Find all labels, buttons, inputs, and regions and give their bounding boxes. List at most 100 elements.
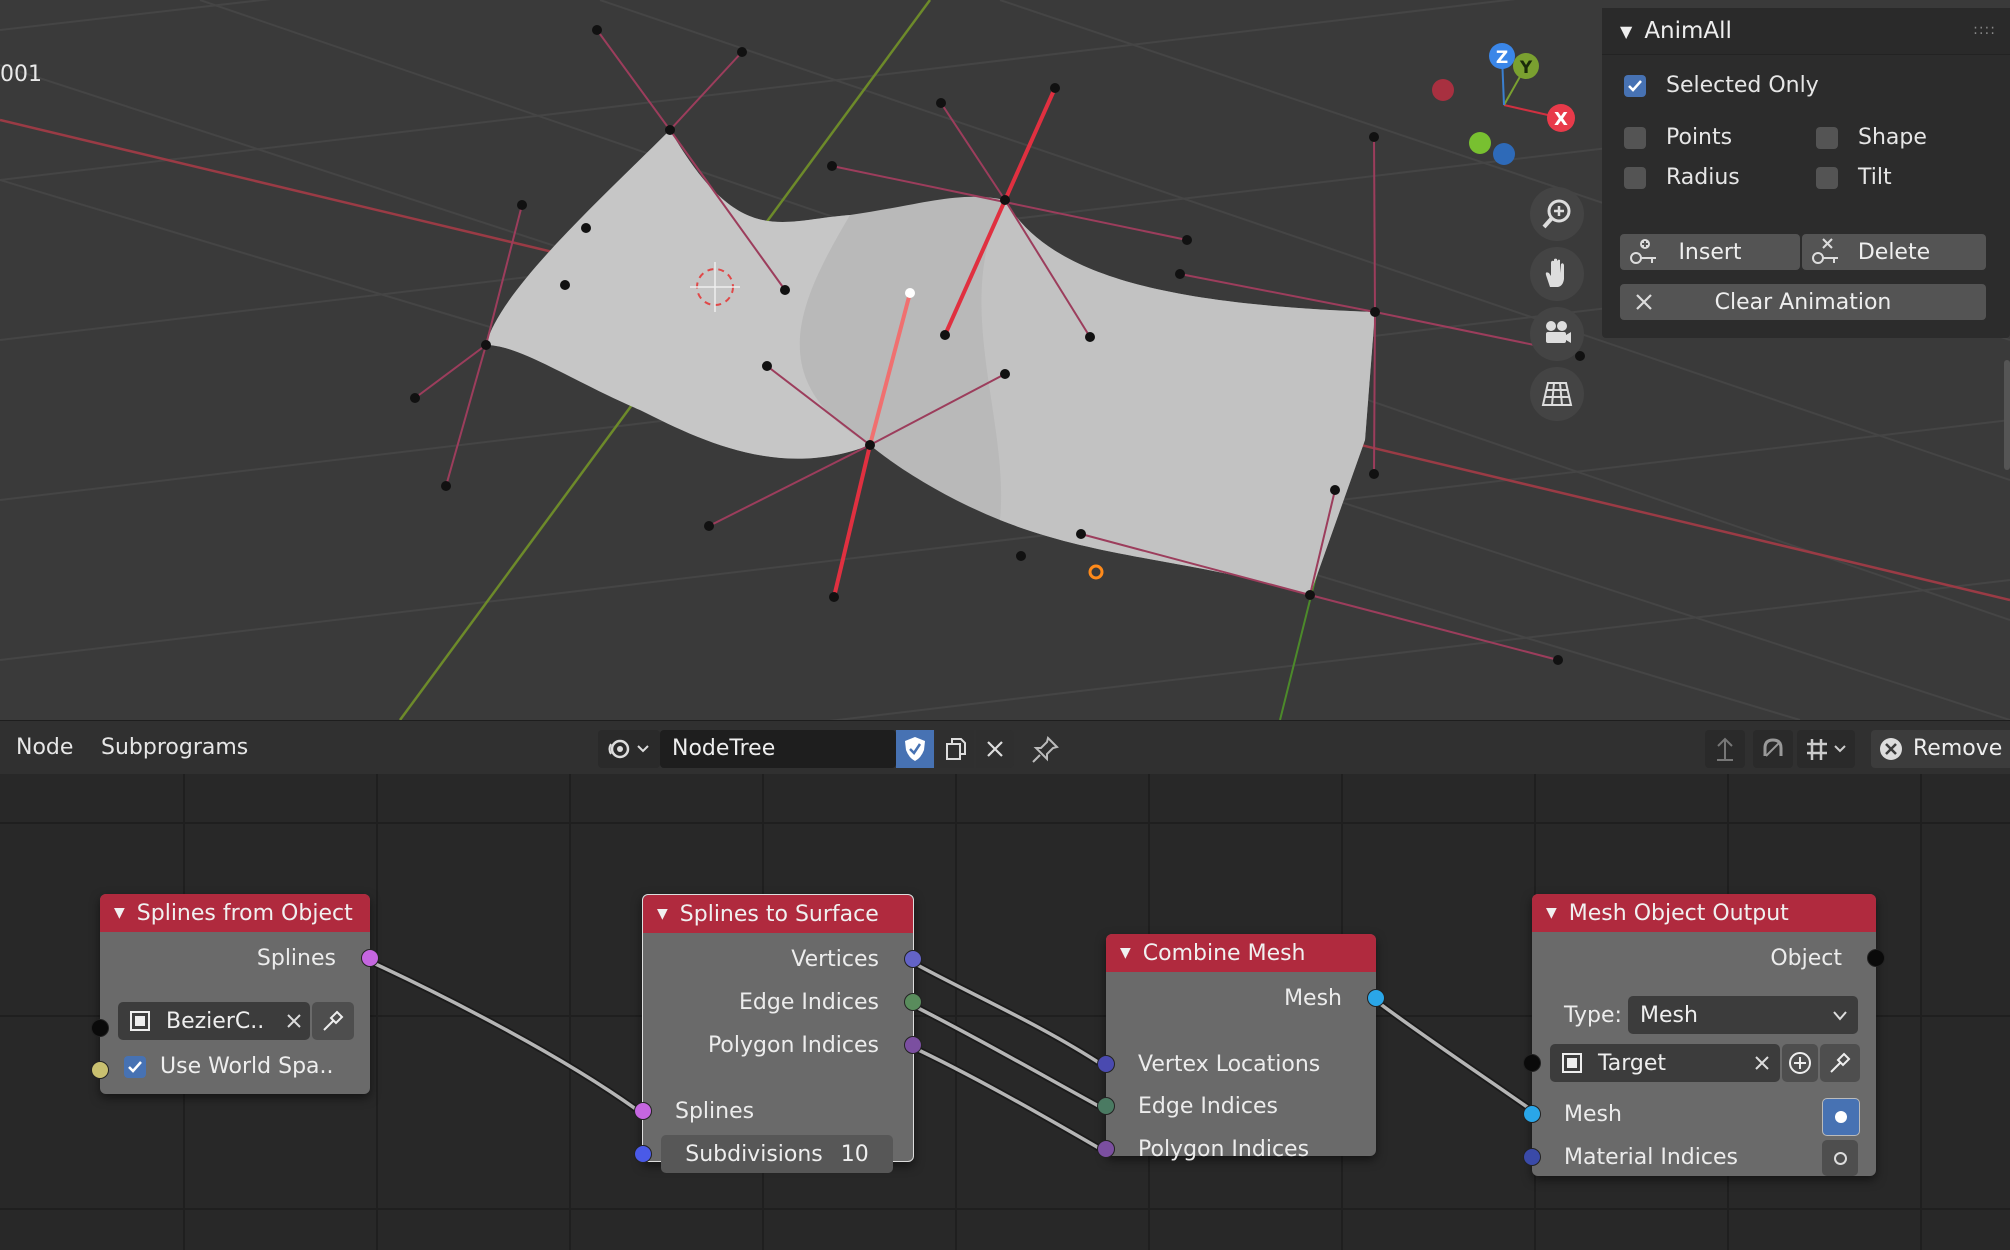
menu-node[interactable]: Node [16,735,73,760]
socket-polygon-indices-out[interactable] [904,1036,922,1054]
output-object-label: Object [1770,946,1842,971]
collapse-triangle-icon[interactable]: ▼ [1546,905,1557,921]
subdivisions-value: 10 [840,1141,869,1167]
remove-button[interactable]: Remove [1871,730,2010,768]
socket-vertex-locations-in[interactable] [1097,1055,1115,1073]
type-value: Mesh [1640,1002,1698,1028]
socket-mesh-in[interactable] [1523,1105,1541,1123]
collapse-triangle-icon[interactable]: ▼ [1620,22,1632,41]
socket-material-indices-in[interactable] [1523,1148,1541,1166]
socket-object-out[interactable] [1867,949,1885,967]
node-header[interactable]: ▼ Splines to Surface [643,895,913,933]
target-name: Target [1598,1050,1667,1076]
socket-object-in[interactable] [91,1019,109,1037]
node-splines-from-object[interactable]: ▼ Splines from Object Splines BezierC.. U… [91,894,379,1094]
socket-mesh-out[interactable] [1367,989,1385,1007]
eyedropper-icon[interactable] [1820,1044,1860,1082]
fake-user-shield-icon[interactable] [896,730,934,768]
use-world-space-checkbox[interactable]: Use World Spa.. [124,1054,334,1079]
object-icon [1562,1053,1582,1073]
object-icon [130,1011,150,1031]
socket-polygon-indices-in[interactable] [1097,1140,1115,1158]
camera-icon[interactable] [1530,307,1584,361]
node-splines-to-surface[interactable]: ▼ Splines to Surface Vertices Edge Indice… [634,894,922,1173]
socket-edge-indices-out[interactable] [904,993,922,1011]
node-header[interactable]: ▼ Combine Mesh [1106,934,1376,972]
3d-viewport[interactable]: X Y Z 001 ▼ AnimAll :::: Selected Only P… [0,0,2010,720]
collapse-triangle-icon[interactable]: ▼ [657,906,668,922]
input-polygon-indices-label: Polygon Indices [1138,1137,1310,1162]
subdivisions-field[interactable]: Subdivisions 10 [661,1135,893,1173]
node-mesh-object-output[interactable]: ▼ Mesh Object Output Object Type: Mesh Ta… [1523,894,1885,1176]
node-header[interactable]: ▼ Mesh Object Output [1532,894,1876,932]
animall-panel: ▼ AnimAll :::: Selected Only Points Shap… [1602,8,2010,338]
node-tree-icon [608,739,649,759]
node-header[interactable]: ▼ Splines from Object [100,894,370,932]
subdivisions-label: Subdivisions [685,1141,823,1167]
points-checkbox[interactable]: Points [1624,125,1732,150]
clear-x-icon [1755,1056,1769,1070]
grid-icon[interactable] [1530,367,1584,421]
object-field[interactable]: BezierC.. [118,1002,310,1040]
link-mesh [1373,998,1532,1111]
selected-only-label: Selected Only [1666,73,1819,98]
node-title: Mesh Object Output [1568,900,1789,926]
tilt-checkbox[interactable]: Tilt [1816,165,1892,190]
socket-vertices-out[interactable] [904,950,922,968]
socket-edge-indices-in[interactable] [1097,1097,1115,1115]
node-combine-mesh[interactable]: ▼ Combine Mesh Mesh Vertex Locations Edge… [1097,934,1385,1162]
collapse-triangle-icon[interactable]: ▼ [1120,945,1131,961]
delete-keyframe-button[interactable]: Delete [1802,234,1986,270]
insert-keyframe-button[interactable]: Insert [1620,234,1800,270]
link-splines [368,959,642,1114]
tree-name-field[interactable]: NodeTree [660,730,896,768]
shape-checkbox[interactable]: Shape [1816,125,1927,150]
duplicate-icon[interactable] [936,730,974,768]
snap-element-dropdown[interactable] [1797,730,1855,768]
drag-grip-icon[interactable]: :::: [1973,22,1996,38]
socket-target-in[interactable] [1523,1054,1541,1072]
output-polygon-indices-label: Polygon Indices [707,1033,879,1058]
tree-name: NodeTree [672,736,776,761]
material-toggle-button[interactable] [1822,1140,1858,1176]
selected-only-checkbox[interactable]: Selected Only [1624,73,1819,98]
menu-subprograms[interactable]: Subprograms [101,735,248,760]
output-mesh-label: Mesh [1284,986,1342,1011]
socket-subdivisions-in[interactable] [634,1145,652,1163]
close-icon [1634,292,1654,318]
remove-x-circle-icon [1880,738,1902,760]
socket-splines-in[interactable] [634,1102,652,1120]
node-editor-header: Node Subprograms NodeTree Remove [0,720,2010,775]
link-vertices [909,959,1105,1068]
add-plus-icon[interactable] [1782,1044,1818,1082]
shape-label: Shape [1858,125,1927,150]
target-object-field[interactable]: Target [1550,1044,1780,1082]
socket-bool-in[interactable] [91,1061,109,1079]
animall-panel-header[interactable]: ▼ AnimAll [1602,8,2010,55]
link-polygons [909,1044,1105,1153]
hand-pan-icon[interactable] [1530,247,1584,301]
animall-title: AnimAll [1644,18,1732,44]
radius-checkbox[interactable]: Radius [1624,165,1740,190]
clear-animation-button[interactable]: Clear Animation [1620,284,1986,320]
gizmo-z-label: Z [1496,48,1508,68]
link-edges [909,1002,1105,1111]
collapse-triangle-icon[interactable]: ▼ [114,905,125,921]
mesh-toggle-button[interactable] [1822,1098,1860,1136]
pin-icon[interactable] [1030,735,1060,769]
output-vertices-label: Vertices [791,947,879,972]
unlink-close-icon[interactable] [976,730,1014,768]
parent-tree-icon[interactable] [1705,730,1745,768]
axis-gizmo: X Y Z [1432,43,1575,165]
viewport-scrollbar[interactable] [2004,360,2010,470]
socket-splines-out[interactable] [361,949,379,967]
tree-browse-dropdown[interactable] [598,730,660,768]
input-mesh-label: Mesh [1564,1102,1622,1127]
magnet-snap-icon[interactable] [1753,730,1793,768]
type-dropdown[interactable]: Mesh [1628,996,1858,1034]
zoom-icon[interactable] [1530,187,1584,241]
type-label: Type: [1564,1003,1622,1028]
eyedropper-icon[interactable] [312,1002,354,1040]
input-material-indices-label: Material Indices [1564,1145,1738,1170]
node-editor-canvas[interactable]: ▼ Splines from Object Splines BezierC.. U… [0,774,2010,1250]
